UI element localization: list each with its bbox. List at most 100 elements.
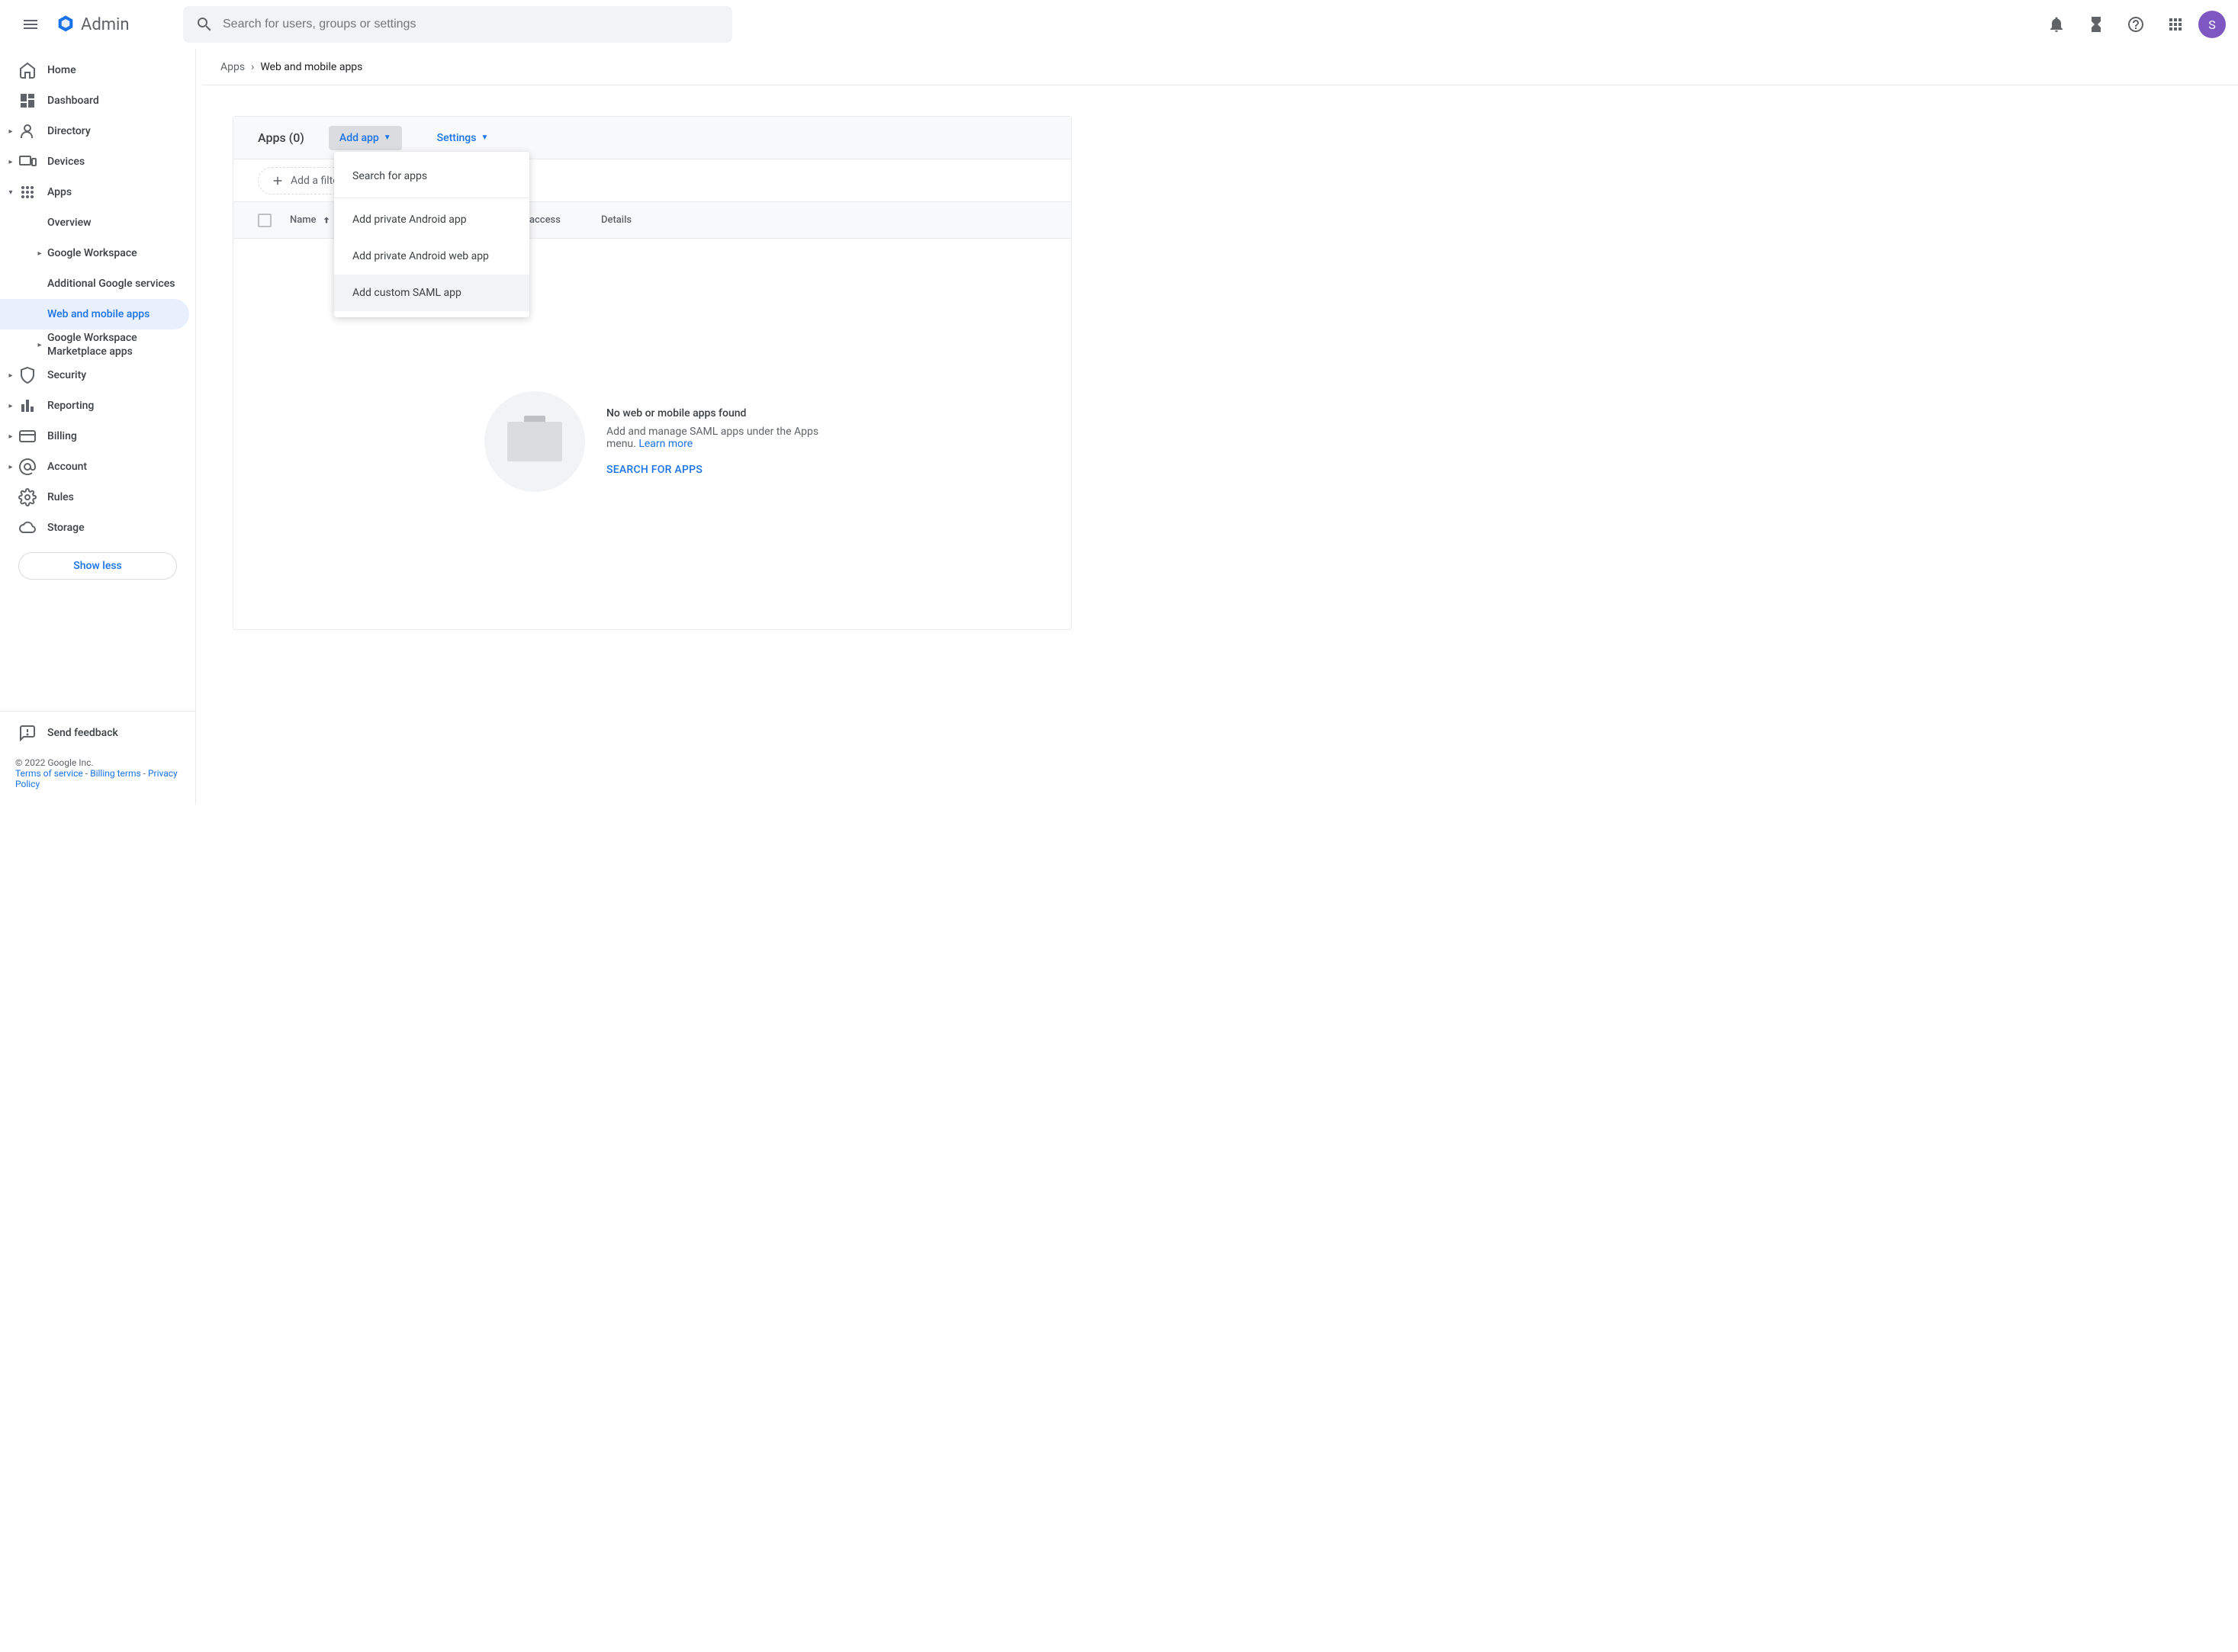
hourglass-icon bbox=[2087, 15, 2105, 34]
home-icon bbox=[18, 61, 37, 79]
empty-text: No web or mobile apps found Add and mana… bbox=[606, 407, 820, 476]
select-all-checkbox[interactable] bbox=[258, 214, 272, 227]
feedback-label: Send feedback bbox=[47, 727, 118, 739]
menu-search-for-apps[interactable]: Search for apps bbox=[334, 158, 529, 194]
search-for-apps-button[interactable]: SEARCH FOR APPS bbox=[606, 464, 820, 476]
sidebar-sub-marketplace-apps[interactable]: ▸Google Workspace Marketplace apps bbox=[0, 329, 195, 360]
terms-link[interactable]: Terms of service bbox=[15, 768, 83, 779]
chevron-right-icon: ▸ bbox=[3, 402, 18, 410]
admin-logo-icon bbox=[55, 14, 76, 35]
account-avatar[interactable]: S bbox=[2198, 11, 2226, 38]
chevron-right-icon: ▸ bbox=[3, 158, 18, 166]
sidebar-item-label: Devices bbox=[47, 156, 85, 168]
chevron-right-icon: ▸ bbox=[3, 432, 18, 441]
arrow-up-icon bbox=[321, 215, 332, 226]
caret-down-icon: ▼ bbox=[481, 133, 488, 142]
sidebar-item-apps[interactable]: ▾ Apps bbox=[0, 177, 195, 207]
sidebar-item-storage[interactable]: Storage bbox=[0, 513, 195, 543]
menu-add-android-app[interactable]: Add private Android app bbox=[334, 201, 529, 238]
add-app-dropdown: Search for apps Add private Android app … bbox=[334, 152, 529, 317]
menu-add-custom-saml-app[interactable]: Add custom SAML app bbox=[334, 275, 529, 311]
footer-meta: © 2022 Google Inc. Terms of service - Bi… bbox=[0, 748, 195, 799]
main-content: Apps › Web and mobile apps Apps (0) Add … bbox=[195, 49, 2238, 805]
at-sign-icon bbox=[18, 458, 37, 476]
sidebar-item-label: Dashboard bbox=[47, 95, 99, 107]
sidebar-item-dashboard[interactable]: Dashboard bbox=[0, 85, 195, 116]
apps-icon bbox=[18, 183, 37, 201]
settings-button[interactable]: Settings ▼ bbox=[426, 126, 500, 150]
chevron-right-icon: ▸ bbox=[3, 463, 18, 471]
help-icon bbox=[2127, 15, 2145, 34]
breadcrumb-current: Web and mobile apps bbox=[260, 61, 362, 73]
search-bar[interactable] bbox=[183, 6, 732, 43]
sidebar-item-billing[interactable]: ▸ Billing bbox=[0, 421, 195, 452]
sidebar-item-label: Billing bbox=[47, 430, 77, 442]
credit-card-icon bbox=[18, 427, 37, 445]
app-header: Admin S bbox=[0, 0, 2238, 49]
sidebar-item-label: Home bbox=[47, 64, 76, 76]
sidebar-footer: Send feedback © 2022 Google Inc. Terms o… bbox=[0, 711, 195, 799]
plus-icon bbox=[271, 174, 285, 188]
sidebar-item-devices[interactable]: ▸ Devices bbox=[0, 146, 195, 177]
sidebar-item-rules[interactable]: Rules bbox=[0, 482, 195, 513]
sidebar-item-directory[interactable]: ▸ Directory bbox=[0, 116, 195, 146]
header-left: Admin bbox=[12, 6, 177, 43]
sidebar-sub-additional-services[interactable]: Additional Google services bbox=[0, 268, 195, 299]
shield-icon bbox=[18, 366, 37, 384]
devices-icon bbox=[18, 153, 37, 171]
help-button[interactable] bbox=[2119, 8, 2153, 41]
empty-description: Add and manage SAML apps under the Apps … bbox=[606, 426, 820, 450]
admin-logo-text: Admin bbox=[81, 15, 130, 34]
sidebar-sub-overview[interactable]: Overview bbox=[0, 207, 195, 238]
sidebar-item-home[interactable]: Home bbox=[0, 55, 195, 85]
sidebar-item-label: Rules bbox=[47, 491, 74, 503]
main-container: Home Dashboard ▸ Directory ▸ Devices ▾ A… bbox=[0, 49, 2238, 805]
person-icon bbox=[18, 122, 37, 140]
add-app-button[interactable]: Add app ▼ bbox=[329, 126, 402, 150]
billing-terms-link[interactable]: Billing terms bbox=[90, 768, 141, 779]
panel-title: Apps (0) bbox=[258, 130, 304, 145]
sidebar-item-account[interactable]: ▸ Account bbox=[0, 452, 195, 482]
chevron-right-icon: ▸ bbox=[3, 127, 18, 136]
chevron-right-icon: › bbox=[251, 61, 254, 73]
sidebar-item-label: Security bbox=[47, 369, 86, 381]
menu-add-android-web-app[interactable]: Add private Android web app bbox=[334, 238, 529, 275]
header-right: S bbox=[2040, 8, 2226, 41]
sidebar-item-label: Directory bbox=[47, 125, 91, 137]
search-icon bbox=[195, 15, 214, 34]
bar-chart-icon bbox=[18, 397, 37, 415]
notifications-button[interactable] bbox=[2040, 8, 2073, 41]
learn-more-link[interactable]: Learn more bbox=[638, 438, 693, 450]
sidebar-sub-label: Google Workspace Marketplace apps bbox=[47, 331, 154, 358]
gear-icon bbox=[18, 488, 37, 506]
search-input[interactable] bbox=[223, 18, 720, 31]
dashboard-icon bbox=[18, 92, 37, 110]
show-less-button[interactable]: Show less bbox=[18, 552, 177, 580]
empty-illustration bbox=[484, 391, 585, 492]
breadcrumb: Apps › Web and mobile apps bbox=[202, 49, 2238, 85]
sidebar-item-label: Apps bbox=[47, 186, 72, 198]
hamburger-icon bbox=[21, 15, 40, 34]
sidebar-item-reporting[interactable]: ▸ Reporting bbox=[0, 391, 195, 421]
sidebar-item-label: Account bbox=[47, 461, 87, 473]
chevron-right-icon: ▸ bbox=[32, 340, 47, 350]
sidebar-item-security[interactable]: ▸ Security bbox=[0, 360, 195, 391]
send-feedback-button[interactable]: Send feedback bbox=[0, 718, 195, 748]
column-details[interactable]: Details bbox=[601, 214, 632, 226]
admin-logo[interactable]: Admin bbox=[55, 14, 130, 35]
apps-grid-icon bbox=[2166, 15, 2185, 34]
caret-down-icon: ▼ bbox=[384, 133, 391, 142]
main-menu-button[interactable] bbox=[12, 6, 49, 43]
sidebar: Home Dashboard ▸ Directory ▸ Devices ▾ A… bbox=[0, 49, 195, 805]
apps-panel: Apps (0) Add app ▼ Settings ▼ Search for… bbox=[233, 116, 1072, 630]
chevron-right-icon: ▸ bbox=[32, 249, 47, 258]
breadcrumb-apps[interactable]: Apps bbox=[220, 61, 245, 73]
chevron-right-icon: ▸ bbox=[3, 371, 18, 380]
feedback-icon bbox=[18, 724, 37, 742]
content-area: Apps (0) Add app ▼ Settings ▼ Search for… bbox=[196, 85, 2238, 660]
sidebar-sub-web-mobile-apps[interactable]: Web and mobile apps bbox=[0, 299, 189, 329]
empty-title: No web or mobile apps found bbox=[606, 407, 820, 419]
sidebar-sub-google-workspace[interactable]: ▸Google Workspace bbox=[0, 238, 195, 268]
tasks-button[interactable] bbox=[2079, 8, 2113, 41]
apps-launcher-button[interactable] bbox=[2159, 8, 2192, 41]
